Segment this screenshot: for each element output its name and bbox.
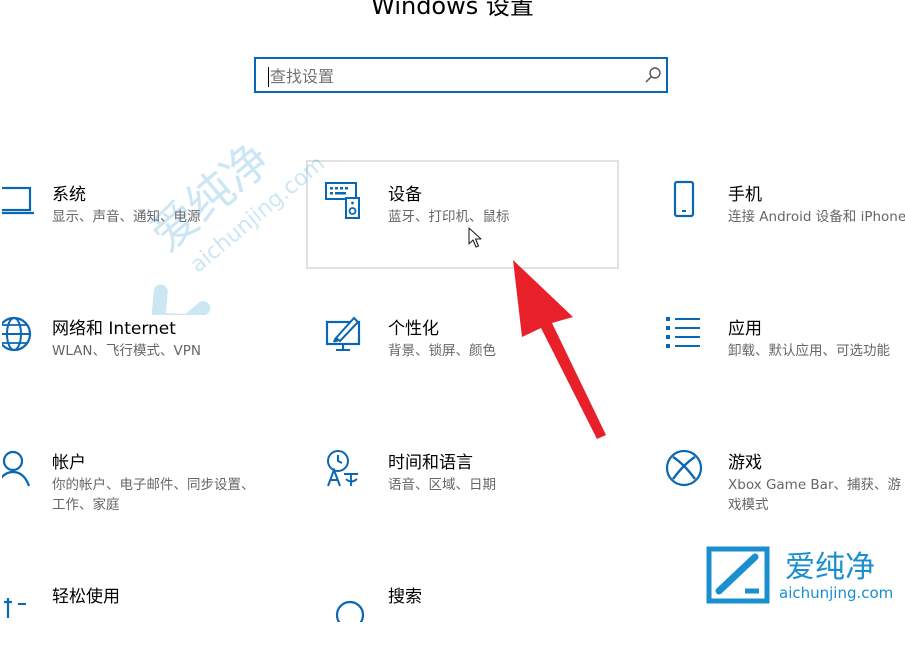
settings-tile-time-language[interactable]: 时间和语言 语音、区域、日期 [306,428,606,536]
tile-description: 连接 Android 设备和 iPhone [728,209,905,225]
phone-icon [673,180,695,218]
search-input[interactable] [270,65,630,87]
search-box[interactable] [254,57,668,93]
watermark-logo: 爱纯净 aichunjing.com [706,546,893,604]
tile-description: 背景、锁屏、颜色 [388,343,496,359]
tile-title: 时间和语言 [388,453,473,473]
page-title: Windows 设置 [371,0,534,20]
tile-title: 网络和 Internet [52,319,176,339]
tile-description: WLAN、飞行模式、VPN [52,343,201,359]
tile-description: 语音、区域、日期 [388,477,496,493]
tile-title: 手机 [728,185,762,205]
watermark-logo-brand: 爱纯净 [785,550,875,585]
text-caret [268,67,269,87]
tile-description: 你的帐户、电子邮件、同步设置、工作、家庭 [52,477,255,513]
settings-tile-accounts[interactable]: 帐户 你的帐户、电子邮件、同步设置、工作、家庭 [0,428,284,536]
tile-title: 个性化 [388,319,439,339]
globe-icon [2,316,32,352]
tile-title: 游戏 [728,453,762,473]
tile-title: 应用 [728,319,762,339]
watermark-logo-domain: aichunjing.com [779,584,893,602]
settings-tile-devices[interactable]: 设备 蓝牙、打印机、鼠标 [306,160,619,269]
time-language-icon [327,450,358,487]
tile-description: 蓝牙、打印机、鼠标 [388,209,510,225]
laptop-icon [2,186,34,215]
person-icon [2,450,31,487]
mouse-cursor-icon [468,227,482,248]
ease-of-access-icon [4,598,26,618]
tile-title: 搜索 [388,587,422,607]
tile-title: 帐户 [52,453,86,473]
tile-description: 卸载、默认应用、可选功能 [728,343,890,359]
paintbrush-monitor-icon [325,316,361,351]
search-circle-icon [335,600,364,622]
settings-tile-phone[interactable]: 手机 连接 Android 设备和 iPhone [646,160,905,268]
settings-tile-apps[interactable]: 应用 卸载、默认应用、可选功能 [646,294,905,402]
watermark-diagonal: 爱纯净 aichunjing.com [140,132,330,315]
settings-tile-ease-of-access[interactable]: 轻松使用 [0,562,284,670]
tile-title: 设备 [388,185,422,205]
xbox-icon [665,449,703,487]
apps-list-icon [666,317,700,348]
search-icon[interactable] [644,66,662,84]
settings-tile-gaming[interactable]: 游戏 Xbox Game Bar、捕获、游戏模式 [646,428,905,536]
tile-title: 轻松使用 [52,587,120,607]
tile-description: Xbox Game Bar、捕获、游戏模式 [728,477,902,513]
red-annotation-arrow [513,260,606,439]
settings-tile-search[interactable]: 搜索 [306,562,606,670]
